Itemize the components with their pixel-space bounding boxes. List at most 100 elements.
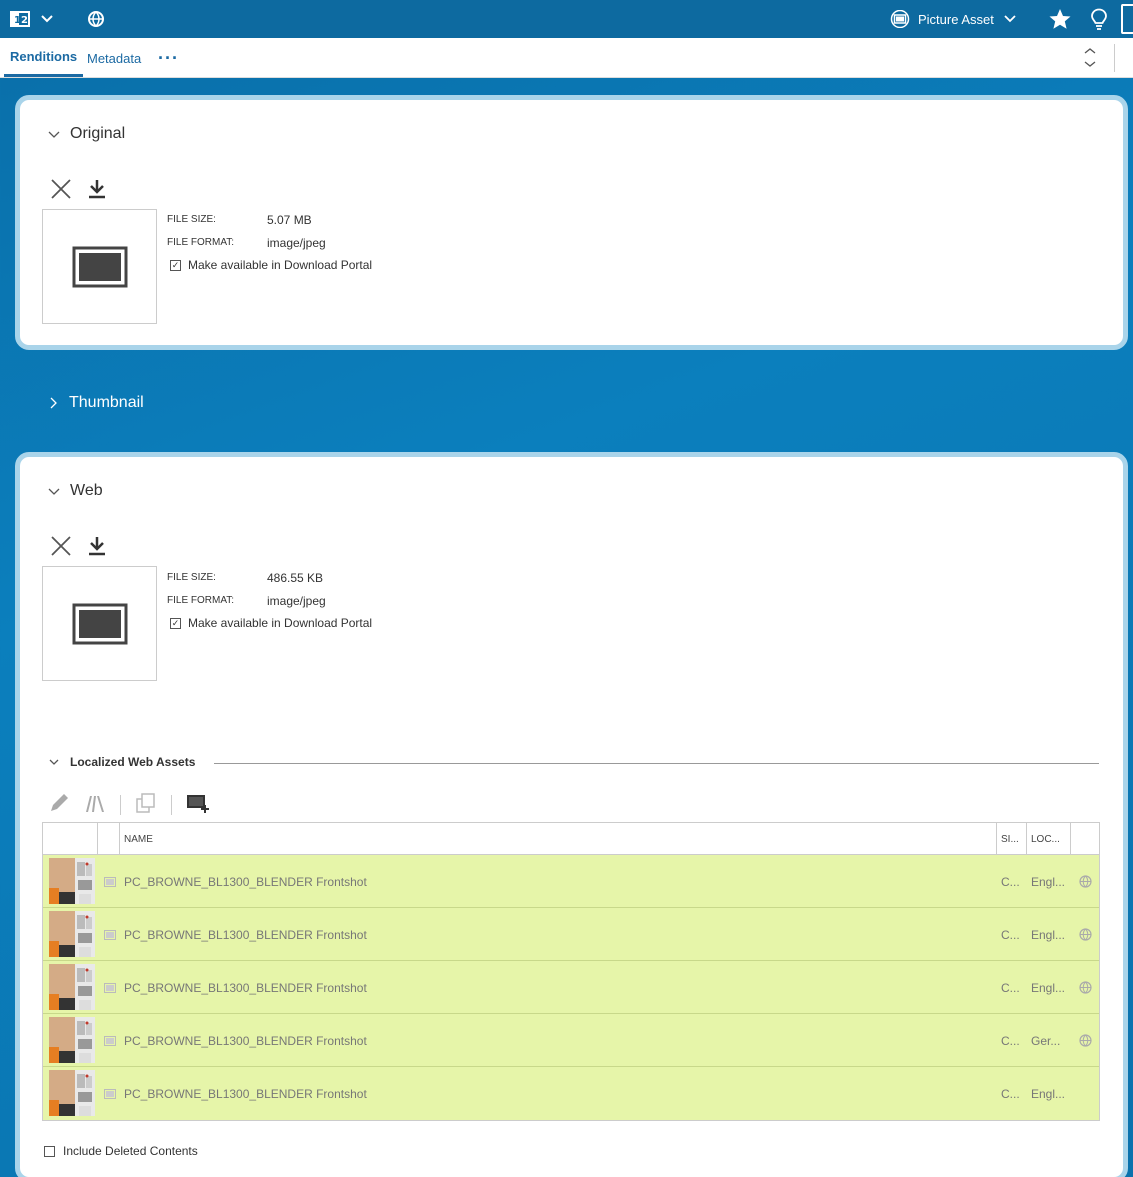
file-size-label: FILE SIZE: <box>167 214 216 225</box>
svg-text:2: 2 <box>21 15 28 25</box>
image-placeholder-icon <box>72 603 127 644</box>
globe-icon[interactable] <box>1079 908 1095 961</box>
asset-thumbnail <box>49 911 95 957</box>
header-type <box>98 823 120 855</box>
rendition-meta: FILE SIZE: 486.55 KB FILE FORMAT: image/jp… <box>167 566 372 634</box>
download-portal-checkbox[interactable]: ✓ <box>170 259 181 271</box>
top-toolbar: 12 Picture Asset <box>0 0 1133 38</box>
asset-name: PC_BROWNE_BL1300_BLENDER Frontshot <box>124 1033 367 1048</box>
asset-thumbnail <box>49 1070 95 1116</box>
asset-size: C... <box>1001 874 1020 889</box>
edit-pencil-icon[interactable] <box>48 792 70 817</box>
table-row[interactable]: PC_BROWNE_BL1300_BLENDER Frontshot C... … <box>43 908 1099 961</box>
globe-icon[interactable] <box>1079 855 1095 908</box>
download-icon[interactable] <box>86 535 108 560</box>
rendition-thumbnail[interactable] <box>42 209 157 324</box>
tab-renditions[interactable]: Renditions <box>4 38 84 77</box>
chevron-right-icon <box>50 397 57 409</box>
header-size[interactable]: SI... <box>997 823 1027 855</box>
chevron-down-icon <box>48 131 60 138</box>
file-size-label: FILE SIZE: <box>167 572 216 583</box>
section-original-header[interactable]: Original <box>46 125 125 143</box>
chevron-down-icon <box>1004 15 1016 23</box>
section-title: Localized Web Assets <box>70 755 196 769</box>
favorite-star-icon[interactable] <box>1049 0 1071 38</box>
asset-type-selector[interactable]: Picture Asset <box>890 0 1016 38</box>
tab-bar: Renditions Metadata ··· <box>0 38 1133 78</box>
download-icon[interactable] <box>86 178 108 203</box>
svg-text:1: 1 <box>14 15 21 25</box>
asset-locale: Engl... <box>1031 874 1066 889</box>
section-title: Original <box>70 125 126 142</box>
localized-web-assets-header[interactable]: Localized Web Assets <box>48 755 195 769</box>
header-locale[interactable]: LOC... <box>1027 823 1071 855</box>
file-size-value: 486.55 KB <box>267 570 324 585</box>
asset-name: PC_BROWNE_BL1300_BLENDER Frontshot <box>124 927 367 942</box>
panel-edge-button[interactable] <box>1121 4 1133 34</box>
download-portal-checkbox[interactable]: ✓ <box>170 617 181 629</box>
section-thumbnail-header[interactable]: Thumbnail <box>45 394 144 412</box>
asset-locale: Engl... <box>1031 1086 1066 1101</box>
asset-size: C... <box>1001 980 1020 995</box>
asset-thumbnail <box>49 964 95 1010</box>
globe-icon[interactable] <box>1079 1014 1095 1067</box>
table-row[interactable]: PC_BROWNE_BL1300_BLENDER Frontshot C... … <box>43 855 1099 908</box>
asset-size: C... <box>1001 1086 1020 1101</box>
copy-icon[interactable] <box>135 792 157 817</box>
asset-name: PC_BROWNE_BL1300_BLENDER Frontshot <box>124 1086 367 1101</box>
header-extra <box>1071 823 1101 855</box>
asset-name: PC_BROWNE_BL1300_BLENDER Frontshot <box>124 874 367 889</box>
globe-icon[interactable] <box>87 0 105 38</box>
localized-assets-toolbar <box>48 792 210 817</box>
table-header: NAME SI... LOC... <box>43 823 1099 855</box>
chevron-down-icon <box>48 488 60 495</box>
download-portal-option[interactable]: ✓ Make available in Download Portal <box>167 254 372 276</box>
asset-name: PC_BROWNE_BL1300_BLENDER Frontshot <box>124 980 367 995</box>
file-format-label: FILE FORMAT: <box>167 595 235 606</box>
header-name[interactable]: NAME <box>120 823 997 855</box>
table-row[interactable]: PC_BROWNE_BL1300_BLENDER Frontshot C... … <box>43 1067 1099 1120</box>
section-web-header[interactable]: Web <box>46 482 103 500</box>
asset-thumbnail <box>49 1017 95 1063</box>
item-count-button[interactable]: 12 <box>10 0 30 38</box>
download-portal-option[interactable]: ✓ Make available in Download Portal <box>167 612 372 634</box>
more-tabs-button[interactable]: ··· <box>158 38 179 78</box>
add-localized-asset-icon[interactable] <box>186 792 210 817</box>
asset-locale: Engl... <box>1031 927 1066 942</box>
divider <box>1114 44 1115 72</box>
delete-icon[interactable] <box>50 535 72 560</box>
file-size-value: 5.07 MB <box>267 212 312 227</box>
compare-icon[interactable] <box>84 792 106 817</box>
include-deleted-option[interactable]: Include Deleted Contents <box>44 1144 198 1158</box>
tab-metadata[interactable]: Metadata <box>87 38 141 78</box>
rendition-thumbnail[interactable] <box>42 566 157 681</box>
download-portal-label: Make available in Download Portal <box>188 616 373 630</box>
divider <box>214 763 1099 764</box>
image-placeholder-icon <box>72 246 127 287</box>
count-icon: 12 <box>10 11 30 27</box>
asset-locale: Engl... <box>1031 980 1066 995</box>
toolbar-separator <box>171 794 172 815</box>
image-type-icon <box>104 961 118 1014</box>
rendition-original-card: Original FILE SIZE: 5.07 MB FILE FORMAT: i… <box>15 95 1128 350</box>
globe-icon[interactable] <box>1079 961 1095 1014</box>
asset-size: C... <box>1001 1033 1020 1048</box>
include-deleted-checkbox[interactable] <box>44 1145 55 1157</box>
lightbulb-icon[interactable] <box>1090 0 1108 38</box>
image-type-icon <box>104 1067 118 1120</box>
asset-size: C... <box>1001 927 1020 942</box>
download-portal-label: Make available in Download Portal <box>188 258 373 272</box>
section-title: Thumbnail <box>69 394 144 411</box>
chevron-down-icon[interactable] <box>40 0 54 38</box>
picture-asset-icon <box>890 10 910 28</box>
table-row[interactable]: PC_BROWNE_BL1300_BLENDER Frontshot C... … <box>43 961 1099 1014</box>
collapse-expand-icon[interactable] <box>1080 46 1100 70</box>
file-format-label: FILE FORMAT: <box>167 237 235 248</box>
table-row[interactable]: PC_BROWNE_BL1300_BLENDER Frontshot C... … <box>43 1014 1099 1067</box>
rendition-meta: FILE SIZE: 5.07 MB FILE FORMAT: image/jpeg… <box>167 208 372 276</box>
image-type-icon <box>104 1014 118 1067</box>
asset-thumbnail <box>49 858 95 904</box>
section-title: Web <box>70 482 103 499</box>
delete-icon[interactable] <box>50 178 72 203</box>
image-type-icon <box>104 855 118 908</box>
